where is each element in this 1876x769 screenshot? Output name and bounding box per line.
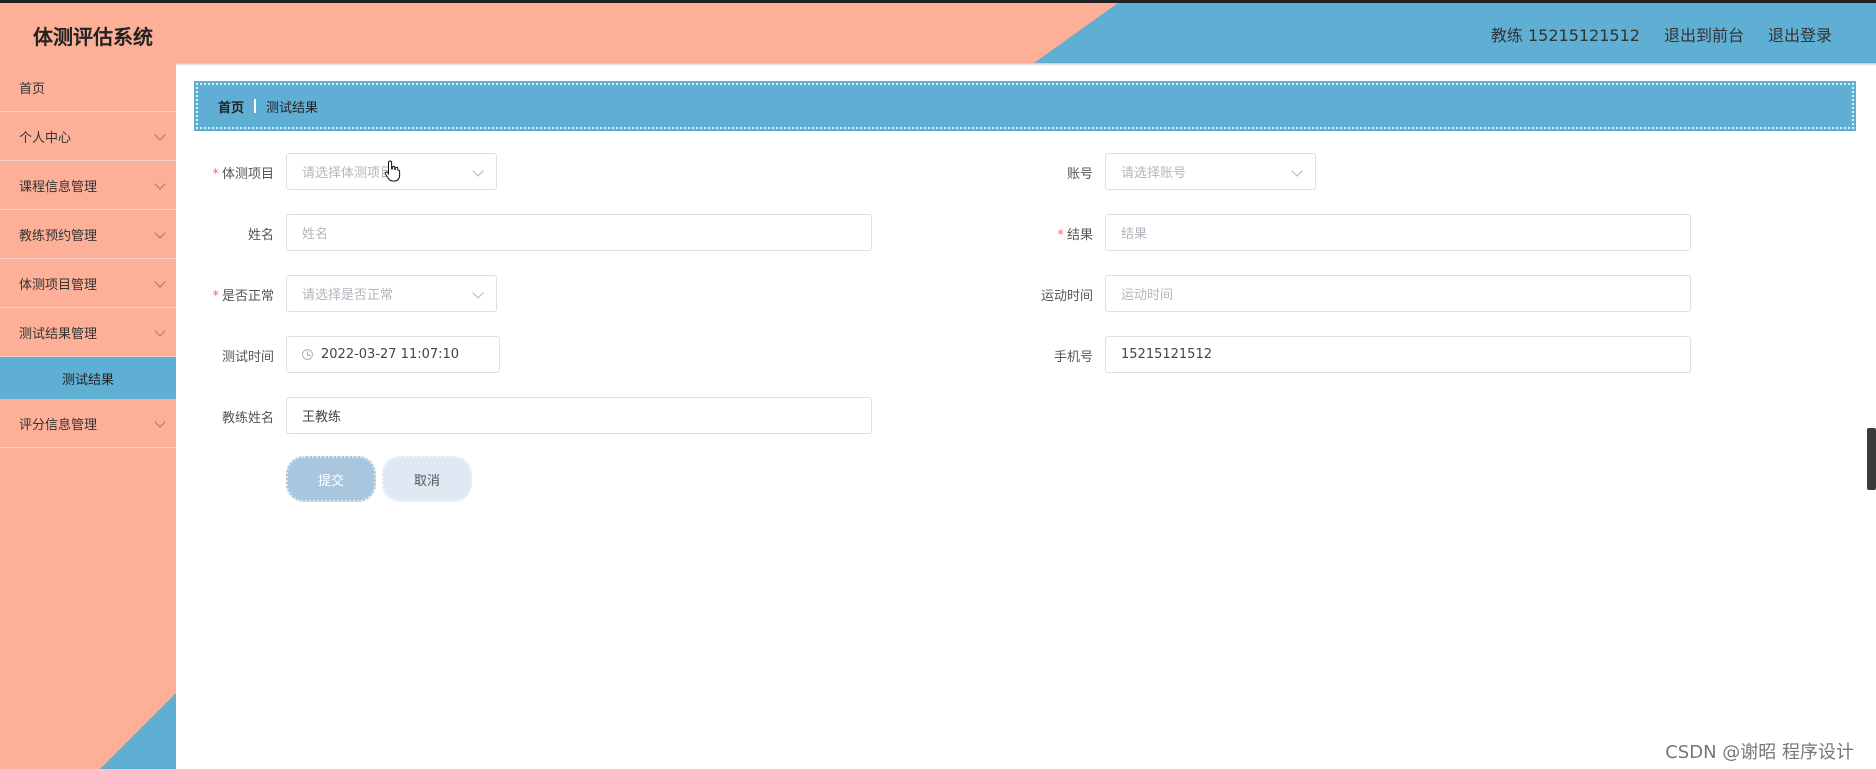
test-time-label: 测试时间 xyxy=(154,346,274,365)
name-placeholder: 姓名 xyxy=(302,227,329,242)
project-placeholder: 请选择体测项目 xyxy=(302,166,394,181)
test-time-label-text: 测试时间 xyxy=(221,350,274,365)
project-label: * 体测项目 xyxy=(154,163,274,182)
sidebar-item-label: 体测项目管理 xyxy=(19,277,98,293)
normal-label-text: 是否正常 xyxy=(221,289,274,304)
account-select[interactable]: 请选择账号 xyxy=(1105,153,1316,190)
breadcrumb-current: 测试结果 xyxy=(266,100,319,116)
sidebar: 首页 个人中心 课程信息管理 教练预约管理 体测项目管理 测试结果管理 测试结果… xyxy=(0,63,176,769)
coach-name-label: 教练姓名 xyxy=(154,407,274,426)
sidebar-item-label: 课程信息管理 xyxy=(19,179,98,195)
normal-placeholder: 请选择是否正常 xyxy=(302,288,394,303)
hand-cursor-icon xyxy=(384,160,401,182)
project-label-text: 体测项目 xyxy=(221,167,274,182)
sidebar-subitem-label: 测试结果 xyxy=(61,372,114,388)
required-mark: * xyxy=(212,167,219,182)
clock-icon xyxy=(302,349,313,360)
cancel-button[interactable]: 取消 xyxy=(382,456,472,502)
account-label-text: 账号 xyxy=(1066,167,1093,182)
sidebar-item-course-info[interactable]: 课程信息管理 xyxy=(0,161,176,210)
name-input[interactable]: 姓名 xyxy=(286,214,872,251)
sidebar-item-label: 个人中心 xyxy=(19,130,72,146)
to-frontend-link[interactable]: 退出到前台 xyxy=(1664,22,1744,46)
chevron-down-icon xyxy=(472,287,484,299)
required-mark: * xyxy=(1057,228,1064,243)
chevron-down-icon xyxy=(154,325,166,337)
normal-select[interactable]: 请选择是否正常 xyxy=(286,275,497,312)
header-shadow xyxy=(0,63,1876,66)
logout-link[interactable]: 退出登录 xyxy=(1768,22,1832,46)
breadcrumb-home[interactable]: 首页 xyxy=(218,97,244,116)
phone-label: 手机号 xyxy=(973,346,1093,365)
header: 体测评估系统 教练 15215121512 退出到前台 退出登录 xyxy=(0,3,1876,63)
sidebar-item-coach-booking[interactable]: 教练预约管理 xyxy=(0,210,176,259)
account-label: 账号 xyxy=(973,163,1093,182)
coach-name-label-text: 教练姓名 xyxy=(221,411,274,426)
sidebar-item-home[interactable]: 首页 xyxy=(0,63,176,112)
result-input[interactable]: 结果 xyxy=(1105,214,1691,251)
result-placeholder: 结果 xyxy=(1121,227,1148,242)
sidebar-subitem-test-results[interactable]: 测试结果 xyxy=(0,357,176,399)
result-label: * 结果 xyxy=(973,224,1093,243)
chevron-down-icon xyxy=(154,129,166,141)
breadcrumb-separator xyxy=(254,99,257,113)
app-title: 体测评估系统 xyxy=(33,25,153,49)
sidebar-corner-decoration xyxy=(100,693,176,769)
exercise-time-label: 运动时间 xyxy=(973,285,1093,304)
sidebar-item-label: 首页 xyxy=(19,81,46,97)
name-label-text: 姓名 xyxy=(247,228,274,243)
test-time-picker[interactable]: 2022-03-27 11:07:10 xyxy=(286,336,500,373)
required-mark: * xyxy=(212,289,219,304)
exercise-time-label-text: 运动时间 xyxy=(1040,289,1093,304)
name-label: 姓名 xyxy=(154,224,274,243)
sidebar-item-personal-center[interactable]: 个人中心 xyxy=(0,112,176,161)
sidebar-item-test-projects[interactable]: 体测项目管理 xyxy=(0,259,176,308)
coach-name-value: 王教练 xyxy=(302,410,342,425)
sidebar-item-label: 评分信息管理 xyxy=(19,417,98,433)
top-border xyxy=(0,0,1876,3)
test-time-value: 2022-03-27 11:07:10 xyxy=(321,347,460,362)
phone-input[interactable]: 15215121512 xyxy=(1105,336,1691,373)
normal-label: * 是否正常 xyxy=(154,285,274,304)
sidebar-item-label: 教练预约管理 xyxy=(19,228,98,244)
sidebar-item-score-info[interactable]: 评分信息管理 xyxy=(0,399,176,448)
coach-name-input[interactable]: 王教练 xyxy=(286,397,872,434)
header-actions: 教练 15215121512 退出到前台 退出登录 xyxy=(1491,22,1832,46)
phone-label-text: 手机号 xyxy=(1053,350,1093,365)
sidebar-item-label: 测试结果管理 xyxy=(19,326,98,342)
submit-button[interactable]: 提交 xyxy=(286,456,376,502)
exercise-time-input[interactable]: 运动时间 xyxy=(1105,275,1691,312)
chevron-down-icon xyxy=(472,165,484,177)
exercise-time-placeholder: 运动时间 xyxy=(1121,288,1174,303)
phone-value: 15215121512 xyxy=(1121,347,1212,362)
account-placeholder: 请选择账号 xyxy=(1121,166,1187,181)
sidebar-item-test-results-mgmt[interactable]: 测试结果管理 xyxy=(0,308,176,357)
scrollbar-thumb[interactable] xyxy=(1867,428,1876,490)
result-label-text: 结果 xyxy=(1066,228,1093,243)
watermark: CSDN @谢昭 程序设计 xyxy=(1665,742,1854,763)
chevron-down-icon xyxy=(1291,165,1303,177)
current-user: 教练 15215121512 xyxy=(1490,26,1640,45)
breadcrumb: 首页 测试结果 xyxy=(194,81,1856,131)
